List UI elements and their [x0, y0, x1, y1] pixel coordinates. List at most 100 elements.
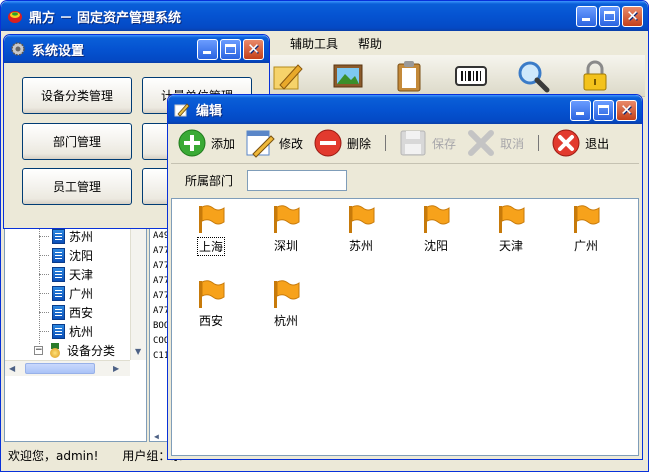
settings-minimize-button[interactable]: [197, 39, 218, 60]
department-icon: [52, 324, 65, 339]
edit-title-bar[interactable]: 编辑 ✕: [168, 95, 642, 124]
maximize-button[interactable]: [599, 6, 620, 27]
department-management-button[interactable]: 部门管理: [22, 123, 132, 160]
flag-icon: [274, 205, 300, 233]
delete-button[interactable]: 删除: [313, 128, 371, 158]
cancel-icon: [468, 130, 495, 156]
category-management-button[interactable]: 设备分类管理: [22, 77, 132, 114]
tree-item-guangzhou[interactable]: 广州: [39, 284, 93, 303]
tree-item-shenyang[interactable]: 沈阳: [39, 246, 93, 265]
department-item-shanghai[interactable]: 上海: [186, 203, 236, 265]
settings-close-button[interactable]: ✕: [243, 39, 264, 60]
tree-horizontal-scrollbar[interactable]: ◀ ▶: [5, 360, 130, 376]
cancel-label: 取消: [500, 136, 525, 151]
flag-icon: [424, 205, 450, 233]
tree-item-label: 广州: [69, 287, 94, 301]
magnifier-icon[interactable]: [516, 59, 550, 93]
lock-icon[interactable]: [578, 59, 612, 93]
save-button[interactable]: 保存: [398, 128, 456, 158]
scroll-right-icon[interactable]: ▶: [113, 364, 119, 373]
department-item-xian[interactable]: 西安: [186, 278, 236, 340]
gear-icon: [11, 42, 25, 56]
modify-button[interactable]: 修改: [245, 128, 303, 158]
employee-management-button[interactable]: 员工管理: [22, 168, 132, 205]
department-grid: 上海 深圳 苏州 沈阳 天津 广州 西安 杭州: [171, 198, 639, 456]
add-label: 添加: [211, 136, 236, 151]
settings-maximize-button[interactable]: [220, 39, 241, 60]
department-icon: [52, 305, 65, 320]
clipboard-icon[interactable]: [393, 59, 427, 93]
modify-label: 修改: [279, 136, 304, 151]
department-item-hangzhou[interactable]: 杭州: [261, 278, 311, 340]
delete-icon: [314, 129, 342, 157]
edit-title: 编辑: [196, 104, 223, 119]
maximize-icon: [604, 11, 615, 21]
toolbar-separator: [385, 135, 387, 151]
edit-icon[interactable]: [270, 59, 304, 93]
scroll-down-icon[interactable]: ▼: [135, 347, 141, 356]
barcode-icon[interactable]: [454, 59, 488, 93]
exit-button[interactable]: 退出: [551, 128, 609, 158]
department-label: 杭州: [273, 314, 298, 328]
tree-item-label: 杭州: [69, 325, 94, 339]
tree-item-label: 沈阳: [69, 249, 94, 263]
tree-item-hangzhou[interactable]: 杭州: [39, 322, 93, 341]
minimize-icon: [576, 112, 584, 115]
tree-item-xian[interactable]: 西安: [39, 303, 93, 322]
department-item-shenyang[interactable]: 沈阳: [411, 203, 461, 265]
save-label: 保存: [432, 136, 457, 151]
department-icon: [52, 267, 65, 282]
department-icon: [52, 229, 65, 244]
medal-icon: [49, 342, 61, 359]
cancel-button[interactable]: 取消: [466, 128, 524, 158]
settings-title: 系统设置: [32, 43, 85, 59]
flag-icon: [199, 205, 225, 233]
minimize-button[interactable]: [576, 6, 597, 27]
flag-icon: [574, 205, 600, 233]
department-item-shenzhen[interactable]: 深圳: [261, 203, 311, 265]
department-label: 沈阳: [423, 239, 448, 253]
exit-icon: [552, 129, 580, 157]
edit-pencil-icon: [174, 102, 190, 117]
close-icon: ✕: [620, 101, 633, 119]
scroll-left-icon[interactable]: ◀: [154, 429, 159, 441]
close-button[interactable]: ✕: [622, 6, 643, 27]
dept-label: 所属部门: [185, 174, 234, 188]
department-item-tianjin[interactable]: 天津: [486, 203, 536, 265]
tree-item-suzhou[interactable]: 苏州: [39, 227, 93, 246]
maximize-icon: [225, 44, 236, 54]
close-icon: ✕: [626, 7, 639, 25]
edit-minimize-button[interactable]: [570, 100, 591, 121]
department-label: 广州: [573, 239, 598, 253]
scroll-left-icon[interactable]: ◀: [9, 364, 15, 373]
department-item-guangzhou[interactable]: 广州: [561, 203, 611, 265]
status-welcome: 欢迎您，admin!: [8, 448, 99, 463]
tree-item-tianjin[interactable]: 天津: [39, 265, 93, 284]
menu-help[interactable]: 帮助: [348, 35, 392, 52]
department-icon: [52, 248, 65, 263]
add-button[interactable]: 添加: [177, 128, 235, 158]
flag-icon: [274, 280, 300, 308]
delete-label: 删除: [347, 136, 372, 151]
tree-node-category[interactable]: − 设备分类: [34, 341, 115, 360]
menu-aux-tools[interactable]: 辅助工具: [280, 35, 348, 52]
department-label: 深圳: [273, 239, 298, 253]
edit-close-button[interactable]: ✕: [616, 100, 637, 121]
settings-title-bar[interactable]: 系统设置 ✕: [4, 35, 269, 63]
scroll-thumb[interactable]: [25, 363, 95, 374]
main-title-bar[interactable]: 鼎方 － 固定资产管理系统 ✕: [1, 1, 648, 31]
close-icon: ✕: [247, 40, 260, 58]
edit-window: 编辑 ✕ 添加 修改 删除 保存 取消 退出 所属部门 上海 深圳 苏州 沈阳 …: [167, 94, 643, 460]
department-item-suzhou[interactable]: 苏州: [336, 203, 386, 265]
picture-icon[interactable]: [331, 59, 365, 93]
minimize-icon: [582, 18, 590, 21]
exit-label: 退出: [585, 136, 610, 151]
edit-maximize-button[interactable]: [593, 100, 614, 121]
add-icon: [178, 129, 206, 157]
collapse-icon[interactable]: −: [34, 346, 43, 355]
dept-input[interactable]: [247, 170, 348, 191]
department-label: 天津: [498, 239, 523, 253]
modify-icon: [246, 130, 275, 158]
tree-node-label: 设备分类: [67, 344, 116, 358]
flag-icon: [349, 205, 375, 233]
